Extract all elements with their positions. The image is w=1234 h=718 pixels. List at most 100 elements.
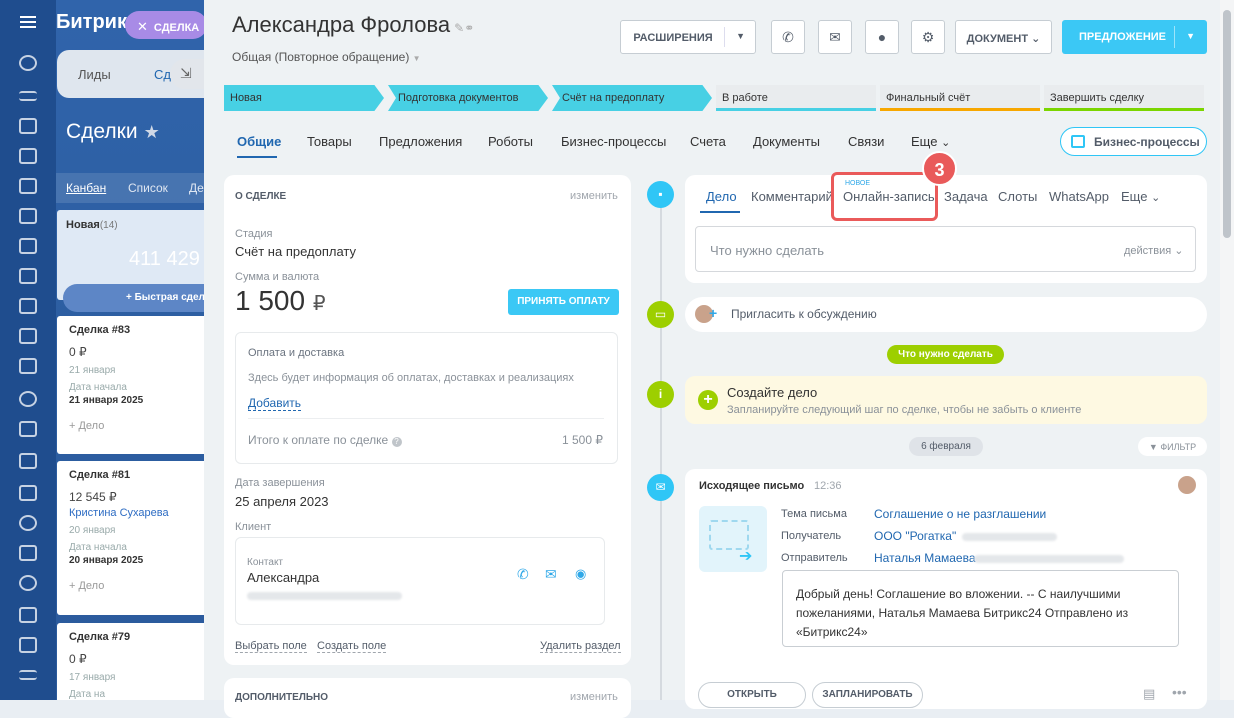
chevron-down-icon[interactable]: ▼ [736,31,745,41]
stage-final-invoice[interactable]: Финальный счёт [880,85,1040,111]
mail-icon[interactable]: ✉ [818,20,852,54]
help-icon[interactable]: ? [391,437,402,447]
close-date-value[interactable]: 25 апреля 2023 [235,494,329,509]
email-recipient[interactable]: ООО "Рогатка" [874,529,956,543]
rail-tasks-icon[interactable] [19,118,37,134]
deal-title[interactable]: Александра Фролова ✎⚭ [232,12,474,38]
rail-bank-icon[interactable] [19,607,37,623]
rail-people-icon[interactable] [19,515,37,531]
tab-documents[interactable]: Документы [753,134,820,149]
gear-icon[interactable]: ⚙ [911,20,945,54]
bg-tab-leads[interactable]: Лиды [78,67,111,82]
contact-name[interactable]: Александра [247,570,319,585]
create-activity-card[interactable]: + Создайте дело Запланируйте следующий ш… [685,376,1207,424]
stage-new[interactable]: Новая [224,85,384,111]
extensions-button[interactable]: РАСШИРЕНИЯ ▼ [620,20,756,54]
tab-bizproc[interactable]: Бизнес-процессы [561,134,666,149]
slider-label-chip[interactable]: ✕ СДЕЛКА [125,11,207,39]
filter-button[interactable]: ▼ ФИЛЬТР [1138,437,1207,456]
accept-payment-button[interactable]: ПРИНЯТЬ ОПЛАТУ [508,289,619,315]
phone-icon[interactable]: ✆ [771,20,805,54]
sum-value[interactable]: 1 500 ₽ [235,285,326,317]
bg-view-list[interactable]: Список [128,181,168,195]
bg-deal-card[interactable]: Сделка #79 0 ₽ 17 января Дата на [57,623,216,700]
additional-edit-link[interactable]: изменить [570,691,618,703]
rail-target-icon[interactable] [19,391,37,407]
editor-tab-whatsapp[interactable]: WhatsApp [1049,189,1109,204]
rail-crm-icon[interactable] [19,55,37,71]
stage-value[interactable]: Счёт на предоплату [235,244,356,259]
star-icon[interactable]: ★ [144,122,160,142]
actions-dropdown[interactable]: действия ⌄ [1124,244,1183,257]
open-button[interactable]: ОТКРЫТЬ [698,682,806,708]
delete-section-link[interactable]: Удалить раздел [540,640,621,653]
bizproc-button[interactable]: Бизнес-процессы [1060,127,1207,156]
stage-prepay[interactable]: Счёт на предоплату [552,85,712,111]
close-icon[interactable]: ✕ [137,19,148,34]
add-icon[interactable]: + [698,390,718,410]
tab-links[interactable]: Связи [848,134,884,149]
menu-icon[interactable] [20,16,36,28]
contact-phone-icon[interactable]: ✆ [517,566,529,583]
tab-invoices[interactable]: Счета [690,134,726,149]
rail-stats-icon[interactable] [19,670,37,680]
offer-button[interactable]: ПРЕДЛОЖЕНИЕ ▼ [1062,20,1207,54]
rail-robot-icon[interactable] [19,298,37,314]
bg-view-other[interactable]: Де [189,181,204,195]
rail-mail-icon[interactable] [19,485,37,501]
rail-drive-icon[interactable] [19,453,37,469]
contact-mail-icon[interactable]: ✉ [545,566,557,583]
create-field-link[interactable]: Создать поле [317,640,387,653]
bg-deal-card[interactable]: Сделка #83 0 ₽ 21 января Дата начала 21 … [57,316,216,454]
payment-add-link[interactable]: Добавить [248,396,302,411]
bg-quick-add[interactable]: + Быстрая сдел [63,284,216,312]
tab-general[interactable]: Общие [237,134,281,149]
more-icon[interactable]: ••• [1172,684,1187,700]
editor-tab-more[interactable]: Еще ⌄ [1121,189,1160,204]
select-field-link[interactable]: Выбрать поле [235,640,307,653]
document-button[interactable]: ДОКУМЕНТ ⌄ [955,20,1052,54]
scrollbar[interactable] [1220,0,1234,700]
editor-tab-task[interactable]: Дело [706,189,737,204]
rail-file-icon[interactable] [19,421,37,437]
stage-docs[interactable]: Подготовка документов [388,85,548,111]
contact-chat-icon[interactable]: ◉ [575,566,586,582]
bg-deal-card[interactable]: Сделка #81 12 545 ₽ Кристина Сухарева 20… [57,461,216,615]
rail-check-icon[interactable] [19,238,37,254]
chat-icon[interactable]: ● [865,20,899,54]
email-body[interactable]: Добрый день! Соглашение во вложении. -- … [782,570,1179,647]
bg-tab-deals[interactable]: Сд [154,67,171,82]
email-subject[interactable]: Соглашение о не разглашении [874,507,1046,521]
rail-circle-icon[interactable] [19,575,37,591]
rail-filter-icon[interactable] [19,91,37,101]
rail-board-icon[interactable] [19,358,37,374]
step-number-badge: 3 [922,151,957,186]
deal-category[interactable]: Общая (Повторное обращение) ▼ [232,50,421,64]
invite-discussion[interactable]: + Пригласить к обсуждению [685,297,1207,332]
about-edit-link[interactable]: изменить [570,190,618,202]
minimize-slider-icon[interactable]: ⇲ [170,59,206,89]
rail-sign-icon[interactable] [19,545,37,561]
rail-chat-icon[interactable] [19,268,37,284]
tab-robots[interactable]: Роботы [488,134,533,149]
tab-products[interactable]: Товары [307,134,352,149]
edit-pencil-icon[interactable]: ✎⚭ [454,21,474,35]
schedule-button[interactable]: ЗАПЛАНИРОВАТЬ [812,682,923,708]
editor-tab-todo[interactable]: Задача [944,189,988,204]
rail-docs-icon[interactable] [19,208,37,224]
rail-calendar-icon[interactable] [19,328,37,344]
todo-placeholder: Что нужно сделать [710,243,824,258]
rail-feed-icon[interactable] [19,178,37,194]
editor-tab-comment[interactable]: Комментарий [751,189,833,204]
rail-contacts-icon[interactable] [19,148,37,164]
editor-tab-slots[interactable]: Слоты [998,189,1037,204]
email-sender[interactable]: Наталья Мамаева [874,551,976,565]
bg-view-kanban[interactable]: Канбан [66,181,106,195]
todo-input[interactable]: Что нужно сделать действия ⌄ [695,226,1196,272]
tab-offers[interactable]: Предложения [379,134,462,149]
tab-more[interactable]: Еще ⌄ [911,134,950,149]
rail-cart-icon[interactable] [19,637,37,653]
stage-complete[interactable]: Завершить сделку [1044,85,1204,111]
stage-in-work[interactable]: В работе [716,85,876,111]
chevron-down-icon[interactable]: ▼ [1186,31,1195,41]
